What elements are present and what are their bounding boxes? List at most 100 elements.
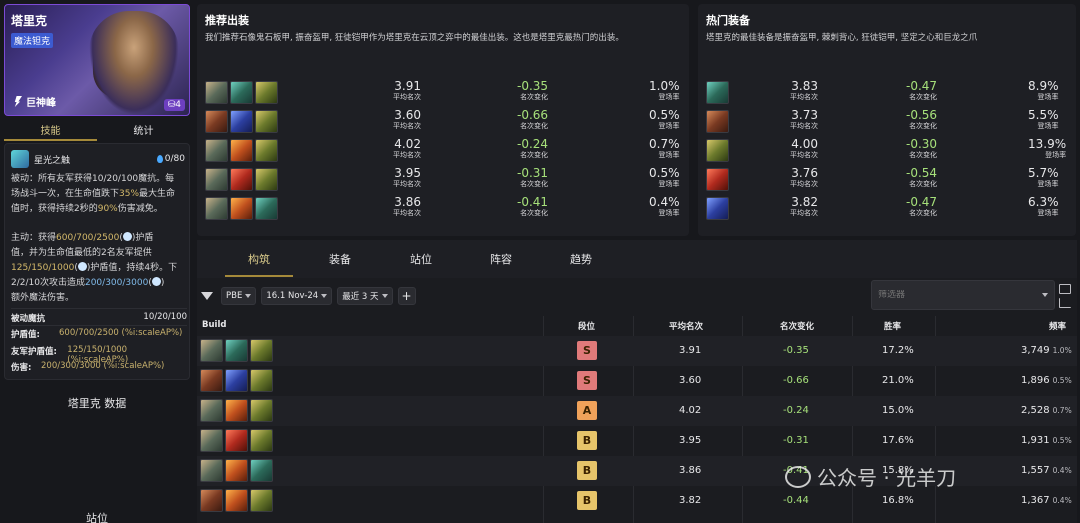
gargoyle-item-icon[interactable] bbox=[205, 196, 228, 220]
gauntlet-item-icon[interactable] bbox=[706, 196, 729, 220]
bramble-item-icon[interactable] bbox=[706, 80, 729, 104]
warmog-item-icon[interactable] bbox=[250, 339, 273, 362]
tab-skills[interactable]: 技能 bbox=[4, 119, 97, 141]
filter-search-input[interactable] bbox=[878, 290, 1028, 300]
gargoyle-item-icon[interactable] bbox=[205, 138, 228, 162]
table-row[interactable]: B 3.95 -0.31 17.6% 1,931 0.5% bbox=[197, 426, 1077, 456]
gargoyle-item-icon[interactable] bbox=[200, 339, 223, 362]
sunfire-item-icon[interactable] bbox=[225, 429, 248, 452]
sunfire-item-icon[interactable] bbox=[706, 167, 729, 191]
placement-change: -0.66 名次变化 bbox=[517, 109, 548, 131]
col-freq[interactable]: 频率 bbox=[1049, 320, 1066, 332]
bramble-item-icon[interactable] bbox=[230, 80, 253, 104]
patch-select[interactable]: 16.1 Nov-24 bbox=[261, 287, 333, 305]
gargoyle-item-icon[interactable] bbox=[200, 459, 223, 482]
warmog-item-icon[interactable] bbox=[255, 138, 278, 162]
col-avg[interactable]: 平均名次 bbox=[669, 320, 703, 332]
filter-icon[interactable] bbox=[201, 292, 213, 300]
sunfire-item-icon[interactable] bbox=[230, 167, 253, 191]
recommended-build-row[interactable]: 3.86 平均名次 -0.41 名次变化 0.4% 登场率 bbox=[205, 195, 681, 221]
champion-role-badge: 魔法钽克 bbox=[11, 33, 54, 48]
gargoyle-item-icon[interactable] bbox=[200, 429, 223, 452]
tab-comps[interactable]: 阵容 bbox=[490, 251, 512, 267]
active-line: 125/150/1000()护盾值，持续4秒。下 bbox=[11, 262, 178, 273]
recommended-build-row[interactable]: 3.91 平均名次 -0.35 名次变化 1.0% 登场率 bbox=[205, 79, 681, 105]
table-row[interactable]: S 3.91 -0.35 17.2% 3,749 1.0% bbox=[197, 336, 1077, 366]
table-row[interactable]: A 4.02 -0.24 15.0% 2,528 0.7% bbox=[197, 396, 1077, 426]
chevron-down-icon[interactable] bbox=[1042, 293, 1048, 297]
dragonclaw-item-icon[interactable] bbox=[225, 399, 248, 422]
avg-placement: 3.73 平均名次 bbox=[790, 109, 818, 131]
warmog-item-icon[interactable] bbox=[255, 80, 278, 104]
build-items bbox=[200, 369, 273, 392]
popular-item-row[interactable]: 3.83 平均名次 -0.47 名次变化 8.9% 登场率 bbox=[706, 79, 1068, 105]
freq-percent: 0.4% bbox=[1052, 466, 1072, 475]
popular-item-row[interactable]: 3.82 平均名次 -0.47 名次变化 6.3% 登场率 bbox=[706, 195, 1068, 221]
warmog-item-icon[interactable] bbox=[706, 138, 729, 162]
redemption-item-icon[interactable] bbox=[706, 109, 729, 133]
build-items bbox=[200, 339, 273, 362]
build-items bbox=[205, 167, 278, 191]
col-win[interactable]: 胜率 bbox=[884, 320, 901, 332]
warmog-item-icon[interactable] bbox=[250, 429, 273, 452]
placement-change: -0.47 名次变化 bbox=[906, 80, 937, 102]
set-select[interactable]: PBE bbox=[221, 287, 257, 305]
placement-change: -0.47 名次变化 bbox=[906, 196, 937, 218]
table-row[interactable]: S 3.60 -0.66 21.0% 1,896 0.5% bbox=[197, 366, 1077, 396]
recommended-build-row[interactable]: 3.60 平均名次 -0.66 名次变化 0.5% 登场率 bbox=[205, 108, 681, 134]
dragonclaw-item-icon[interactable] bbox=[230, 138, 253, 162]
dragonclaw-item-icon[interactable] bbox=[225, 489, 248, 512]
col-tier[interactable]: 段位 bbox=[578, 320, 595, 332]
placement-change-value: -0.24 bbox=[517, 137, 549, 151]
change-cell: -0.24 bbox=[783, 405, 809, 416]
champion-portrait[interactable]: 塔里克 魔法钽克 巨神峰 ⛁4 bbox=[4, 4, 190, 116]
item-slot bbox=[706, 196, 729, 220]
table-view-icon[interactable] bbox=[1059, 284, 1071, 294]
tab-positioning[interactable]: 站位 bbox=[410, 251, 432, 267]
gauntlet-item-icon[interactable] bbox=[230, 109, 253, 133]
warmog-item-icon[interactable] bbox=[255, 167, 278, 191]
warmog-item-icon[interactable] bbox=[255, 109, 278, 133]
tab-builds[interactable]: 构筑 bbox=[248, 251, 270, 267]
add-filter-button[interactable]: + bbox=[397, 287, 416, 305]
redemption-item-icon[interactable] bbox=[205, 109, 228, 133]
tab-trends[interactable]: 趋势 bbox=[570, 251, 592, 267]
popular-item-row[interactable]: 3.73 平均名次 -0.56 名次变化 5.5% 登场率 bbox=[706, 108, 1068, 134]
warmog-item-icon[interactable] bbox=[250, 369, 273, 392]
tab-stats[interactable]: 统计 bbox=[97, 119, 190, 141]
chevron-down-icon bbox=[245, 294, 252, 298]
recommended-build-row[interactable]: 3.95 平均名次 -0.31 名次变化 0.5% 登场率 bbox=[205, 166, 681, 192]
gargoyle-item-icon[interactable] bbox=[205, 167, 228, 191]
dragonclaw-item-icon[interactable] bbox=[230, 196, 253, 220]
placement-change-label: 名次变化 bbox=[909, 151, 938, 159]
card-description: 塔里克的最佳装备是振奋盔甲, 棘刺背心, 狂徒铠甲, 坚定之心和巨龙之爪 bbox=[706, 33, 978, 43]
bramble-item-icon[interactable] bbox=[255, 196, 278, 220]
placement-change-label: 名次变化 bbox=[520, 180, 549, 188]
gauntlet-item-icon[interactable] bbox=[225, 369, 248, 392]
redemption-item-icon[interactable] bbox=[200, 369, 223, 392]
avg-cell: 3.91 bbox=[679, 345, 702, 356]
gargoyle-item-icon[interactable] bbox=[200, 399, 223, 422]
popular-item-row[interactable]: 4.00 平均名次 -0.30 名次变化 13.9% 登场率 bbox=[706, 137, 1068, 163]
redemption-item-icon[interactable] bbox=[200, 489, 223, 512]
col-change[interactable]: 名次变化 bbox=[780, 320, 814, 332]
tab-items[interactable]: 装备 bbox=[329, 251, 351, 267]
chart-view-icon[interactable] bbox=[1059, 298, 1071, 308]
trait-label: 巨神峰 bbox=[26, 98, 56, 109]
placement-change-label: 名次变化 bbox=[520, 209, 549, 217]
bramble-item-icon[interactable] bbox=[225, 339, 248, 362]
pick-rate-label: 登场率 bbox=[658, 122, 680, 130]
recommended-build-row[interactable]: 4.02 平均名次 -0.24 名次变化 0.7% 登场率 bbox=[205, 137, 681, 163]
filter-search[interactable] bbox=[871, 280, 1055, 310]
champion-panel: 塔里克 魔法钽克 巨神峰 ⛁4 技能 统计 星光之触 0/80 被动：所有友军获… bbox=[0, 0, 192, 523]
warmog-item-icon[interactable] bbox=[250, 489, 273, 512]
freq-value: 3,749 bbox=[1021, 345, 1050, 356]
popular-item-row[interactable]: 3.76 平均名次 -0.54 名次变化 5.7% 登场率 bbox=[706, 166, 1068, 192]
range-select[interactable]: 最近 3 天 bbox=[337, 287, 393, 305]
warmog-item-icon[interactable] bbox=[250, 399, 273, 422]
champion-trait: 巨神峰 bbox=[13, 94, 56, 109]
gargoyle-item-icon[interactable] bbox=[205, 80, 228, 104]
col-build[interactable]: Build bbox=[202, 320, 226, 330]
bramble-item-icon[interactable] bbox=[250, 459, 273, 482]
dragonclaw-item-icon[interactable] bbox=[225, 459, 248, 482]
